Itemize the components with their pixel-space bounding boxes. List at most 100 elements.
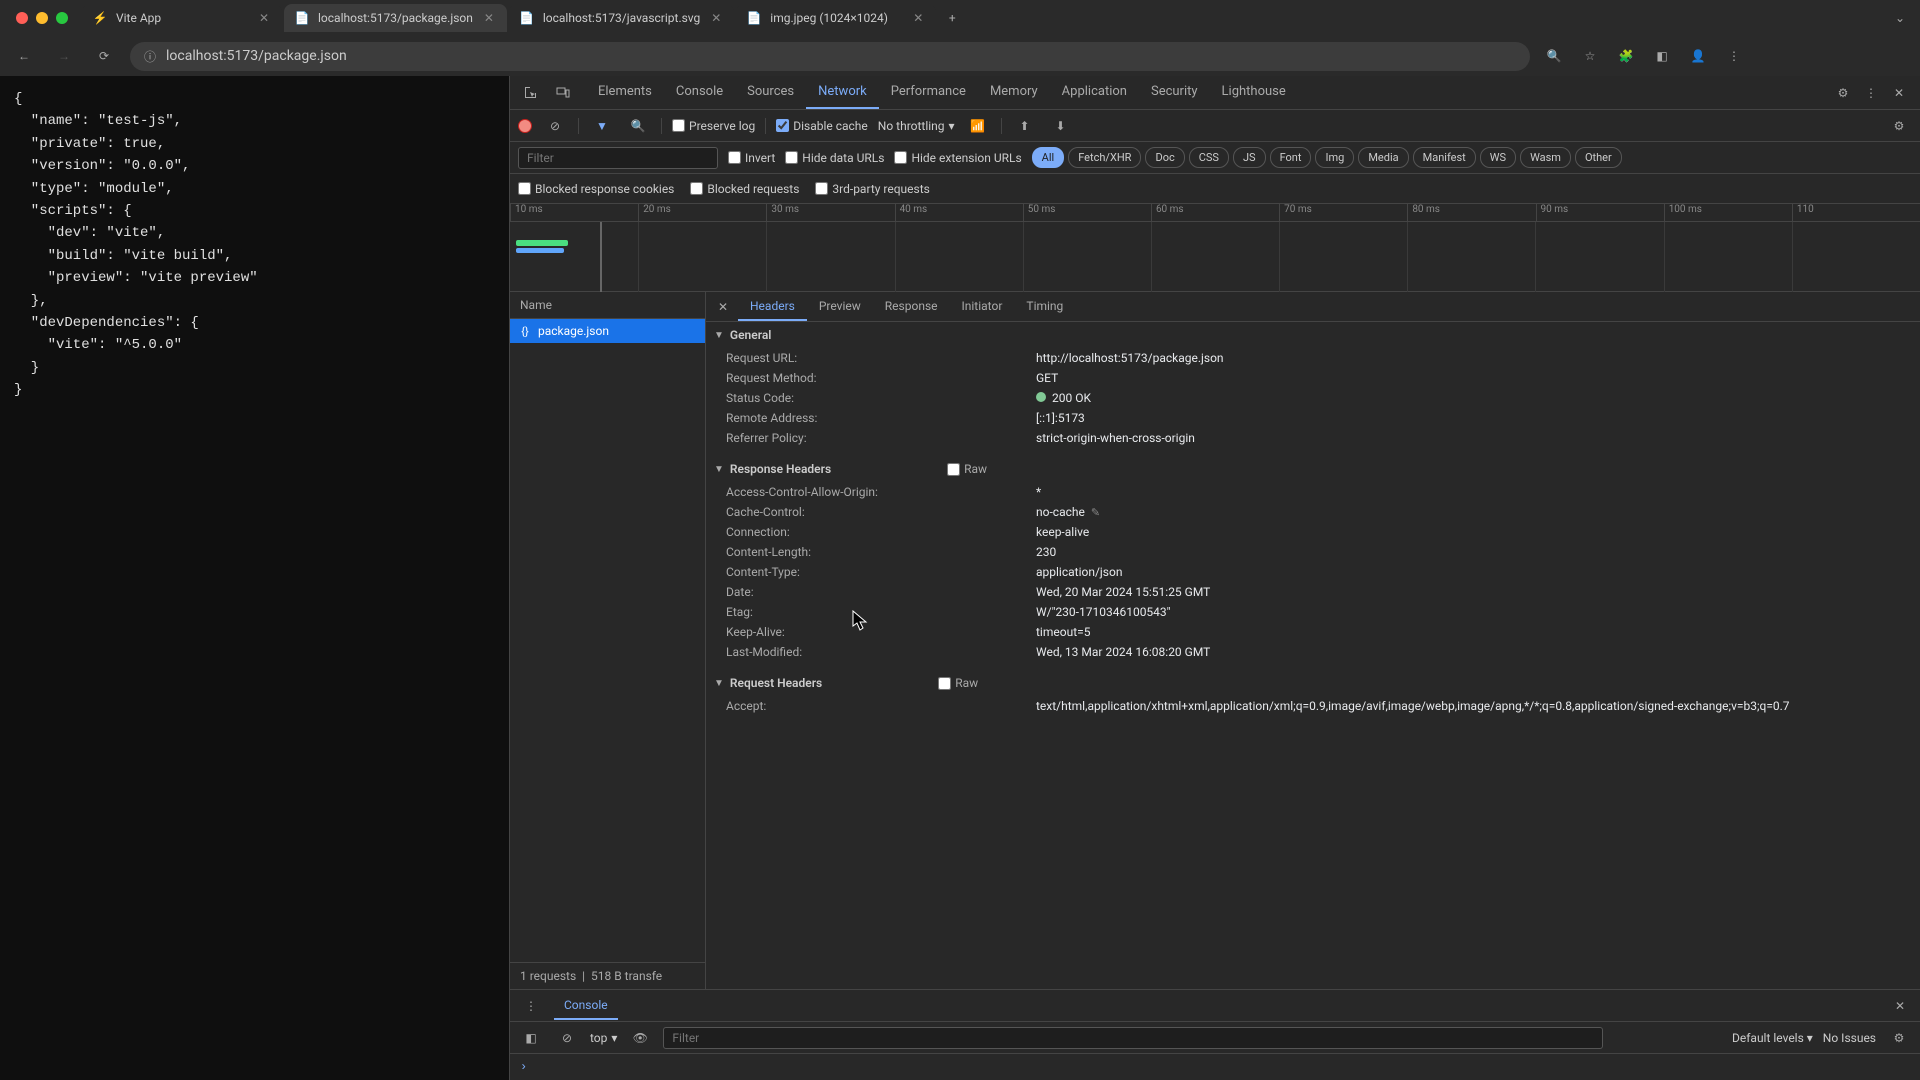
network-settings-icon[interactable]: ⚙	[1886, 113, 1912, 139]
close-detail-icon[interactable]: ✕	[710, 294, 736, 320]
zoom-icon[interactable]: 🔍	[1542, 44, 1566, 68]
devtools-tab-elements[interactable]: Elements	[586, 76, 664, 109]
clear-icon[interactable]: ⊘	[542, 113, 568, 139]
edit-icon[interactable]: ✎	[1091, 506, 1100, 519]
devtools-tab-console[interactable]: Console	[664, 76, 735, 109]
browser-tab[interactable]: ⚡ Vite App ✕	[82, 4, 282, 32]
browser-tab[interactable]: 📄 localhost:5173/javascript.svg ✕	[509, 4, 734, 32]
chevron-down-icon[interactable]: ⌄	[1888, 6, 1912, 30]
detail-tab-timing[interactable]: Timing	[1014, 293, 1075, 321]
type-filter-js[interactable]: JS	[1233, 147, 1266, 168]
type-filter-fetch-xhr[interactable]: Fetch/XHR	[1068, 147, 1141, 168]
window-close[interactable]	[16, 12, 28, 24]
close-icon[interactable]: ✕	[910, 10, 926, 26]
close-icon[interactable]: ✕	[256, 10, 272, 26]
search-icon[interactable]: 🔍	[625, 113, 651, 139]
type-filter-all[interactable]: All	[1032, 147, 1065, 168]
devtools-tab-application[interactable]: Application	[1050, 76, 1139, 109]
log-levels-select[interactable]: Default levels ▾	[1732, 1031, 1813, 1045]
window-minimize[interactable]	[36, 12, 48, 24]
settings-icon[interactable]: ⚙	[1830, 80, 1856, 106]
close-drawer-icon[interactable]: ✕	[1888, 994, 1912, 1018]
console-settings-icon[interactable]: ⚙	[1886, 1025, 1912, 1051]
request-row[interactable]: {} package.json	[510, 319, 705, 343]
type-filter-manifest[interactable]: Manifest	[1413, 147, 1476, 168]
extensions-icon[interactable]: 🧩	[1614, 44, 1638, 68]
type-filter-img[interactable]: Img	[1315, 147, 1354, 168]
bookmark-icon[interactable]: ☆	[1578, 44, 1602, 68]
forward-button[interactable]: →	[50, 42, 78, 70]
header-value: GET	[1036, 371, 1920, 385]
live-expression-icon[interactable]: 👁	[627, 1025, 653, 1051]
detail-tab-preview[interactable]: Preview	[807, 293, 873, 321]
more-icon[interactable]: ⋮	[1858, 80, 1884, 106]
detail-tab-initiator[interactable]: Initiator	[950, 293, 1015, 321]
network-timeline[interactable]: 10 ms20 ms30 ms40 ms50 ms60 ms70 ms80 ms…	[510, 204, 1920, 292]
type-filter-font[interactable]: Font	[1270, 147, 1312, 168]
devtools-tab-network[interactable]: Network	[806, 76, 879, 109]
new-tab-button[interactable]: +	[938, 4, 966, 32]
close-devtools-icon[interactable]: ✕	[1886, 80, 1912, 106]
sidepanel-icon[interactable]: ◧	[1650, 44, 1674, 68]
profile-icon[interactable]: 👤	[1686, 44, 1710, 68]
raw-toggle[interactable]: Raw	[938, 676, 978, 690]
site-info-icon[interactable]: ⓘ	[144, 48, 156, 65]
menu-icon[interactable]: ⋮	[1722, 44, 1746, 68]
hide-extension-urls-checkbox[interactable]: Hide extension URLs	[894, 151, 1021, 165]
throttling-select[interactable]: No throttling▾	[878, 119, 955, 133]
console-prompt[interactable]: ›	[510, 1054, 1920, 1080]
type-filter-media[interactable]: Media	[1358, 147, 1408, 168]
console-sidebar-icon[interactable]: ◧	[518, 1025, 544, 1051]
section-request-headers[interactable]: ▼ Request Headers Raw	[706, 670, 1920, 696]
filter-icon[interactable]: ▼	[589, 113, 615, 139]
devtools-tab-memory[interactable]: Memory	[978, 76, 1050, 109]
close-icon[interactable]: ✕	[481, 10, 497, 26]
disable-cache-checkbox[interactable]: Disable cache	[776, 119, 868, 133]
issues-link[interactable]: No Issues	[1823, 1031, 1876, 1045]
console-filter-input[interactable]	[663, 1027, 1603, 1049]
type-filter-css[interactable]: CSS	[1189, 147, 1229, 168]
detail-tab-headers[interactable]: Headers	[738, 293, 807, 321]
export-icon[interactable]: ⬇	[1048, 113, 1074, 139]
section-response-headers[interactable]: ▼ Response Headers Raw	[706, 456, 1920, 482]
request-list-header[interactable]: Name	[510, 292, 705, 319]
invert-checkbox[interactable]: Invert	[728, 151, 775, 165]
timeline-tick: 60 ms	[1151, 204, 1279, 221]
url-text: localhost:5173/package.json	[166, 48, 1516, 64]
drawer-menu-icon[interactable]: ⋮	[518, 993, 544, 1019]
blocked-requests-checkbox[interactable]: Blocked requests	[690, 182, 799, 196]
raw-toggle[interactable]: Raw	[947, 462, 987, 476]
devtools-tab-security[interactable]: Security	[1139, 76, 1210, 109]
request-detail-panel: ✕ HeadersPreviewResponseInitiatorTiming …	[706, 292, 1920, 989]
header-key: Last-Modified:	[726, 645, 1036, 659]
back-button[interactable]: ←	[10, 42, 38, 70]
third-party-checkbox[interactable]: 3rd-party requests	[815, 182, 929, 196]
section-general[interactable]: ▼ General	[706, 322, 1920, 348]
type-filter-ws[interactable]: WS	[1480, 147, 1516, 168]
window-maximize[interactable]	[56, 12, 68, 24]
device-toolbar-icon[interactable]	[550, 80, 576, 106]
filter-input[interactable]	[518, 147, 718, 169]
hide-data-urls-checkbox[interactable]: Hide data URLs	[785, 151, 884, 165]
devtools-tab-sources[interactable]: Sources	[735, 76, 806, 109]
inspect-icon[interactable]	[518, 80, 544, 106]
blocked-cookies-checkbox[interactable]: Blocked response cookies	[518, 182, 674, 196]
import-icon[interactable]: ⬆	[1012, 113, 1038, 139]
record-button[interactable]	[518, 119, 532, 133]
network-conditions-icon[interactable]: 📶	[965, 113, 991, 139]
preserve-log-checkbox[interactable]: Preserve log	[672, 119, 755, 133]
type-filter-other[interactable]: Other	[1575, 147, 1622, 168]
address-bar[interactable]: ⓘ localhost:5173/package.json	[130, 42, 1530, 71]
devtools-tab-performance[interactable]: Performance	[879, 76, 978, 109]
context-select[interactable]: top▾	[590, 1031, 617, 1045]
reload-button[interactable]: ⟳	[90, 42, 118, 70]
detail-tab-response[interactable]: Response	[873, 293, 950, 321]
type-filter-doc[interactable]: Doc	[1145, 147, 1184, 168]
console-drawer-tab[interactable]: Console	[554, 992, 618, 1020]
type-filter-wasm[interactable]: Wasm	[1520, 147, 1571, 168]
devtools-tab-lighthouse[interactable]: Lighthouse	[1210, 76, 1298, 109]
browser-tab[interactable]: 📄 img.jpeg (1024×1024) ✕	[736, 4, 936, 32]
browser-tab[interactable]: 📄 localhost:5173/package.json ✕	[284, 4, 507, 32]
clear-console-icon[interactable]: ⊘	[554, 1025, 580, 1051]
close-icon[interactable]: ✕	[708, 10, 724, 26]
